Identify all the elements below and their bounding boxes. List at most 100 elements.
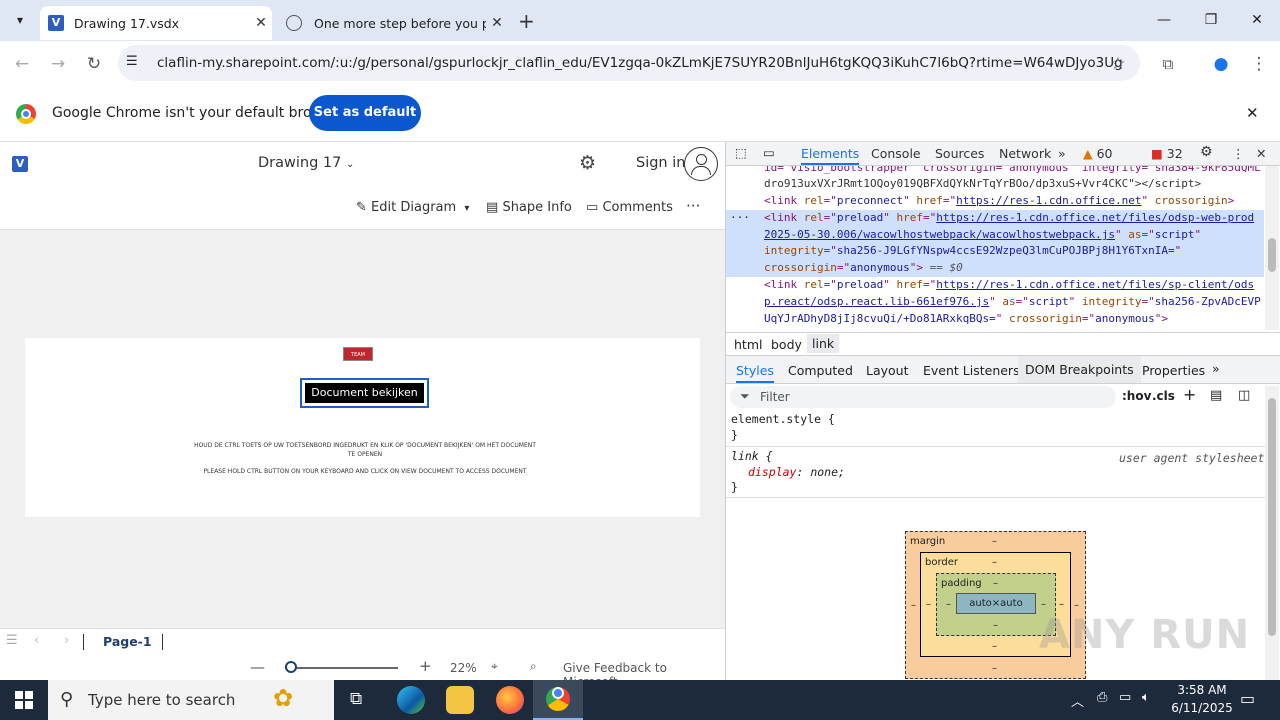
page-tab[interactable]: Page-1 bbox=[103, 634, 152, 649]
tray-device-icon[interactable]: ⎙ bbox=[1097, 690, 1107, 705]
back-icon[interactable]: ← bbox=[9, 51, 35, 77]
crumb-link[interactable]: link bbox=[807, 334, 840, 353]
box-model-padding[interactable]: padding – – – – auto×auto bbox=[936, 573, 1056, 636]
avatar-icon[interactable] bbox=[684, 147, 718, 181]
fit-page-icon[interactable]: ⌖ bbox=[491, 659, 498, 674]
tab-event-listeners[interactable]: Event Listeners bbox=[923, 363, 1020, 378]
firefox-icon[interactable] bbox=[496, 686, 524, 714]
error-count[interactable]: ■ 32 bbox=[1151, 146, 1183, 161]
clock-time[interactable]: 3:58 AM bbox=[1172, 683, 1232, 697]
zoom-in-icon[interactable]: + bbox=[419, 657, 432, 675]
close-tab-icon[interactable]: ✕ bbox=[250, 15, 272, 31]
extensions-icon[interactable]: ⧉ bbox=[1155, 51, 1181, 77]
reload-icon[interactable]: ↻ bbox=[81, 51, 107, 77]
device-toolbar-icon[interactable]: ▭ bbox=[763, 145, 775, 160]
rule-declaration[interactable]: display: none; bbox=[748, 465, 845, 479]
edge-icon[interactable] bbox=[397, 686, 425, 714]
edit-diagram-button[interactable]: ✎ Edit Diagram ▾ bbox=[356, 200, 469, 215]
tab-computed[interactable]: Computed bbox=[788, 363, 853, 378]
sign-in-link[interactable]: Sign in bbox=[636, 155, 685, 171]
new-tab-button[interactable]: + bbox=[518, 9, 535, 33]
styles-filter-input[interactable]: ⏷ Filter bbox=[730, 386, 1116, 408]
zoom-level[interactable]: 22% bbox=[450, 661, 477, 675]
computed-styles-icon[interactable]: ▤ bbox=[1210, 388, 1222, 403]
inspect-icon[interactable]: ⬚ bbox=[735, 145, 747, 160]
volume-icon[interactable]: 🔈︎ bbox=[1142, 690, 1150, 705]
close-window-button[interactable]: ✕ bbox=[1234, 6, 1280, 34]
tab-one-more-step[interactable]: One more step before you proc ✕ bbox=[276, 6, 508, 40]
sidebar-toggle-icon[interactable]: ◫ bbox=[1238, 388, 1250, 403]
tab-console[interactable]: Console bbox=[871, 146, 921, 161]
close-tab-icon[interactable]: ✕ bbox=[486, 15, 508, 31]
visio-logo-icon[interactable]: V bbox=[12, 156, 28, 172]
site-info-icon[interactable]: ☰ bbox=[126, 54, 138, 69]
menu-icon[interactable]: ⋮ bbox=[1246, 51, 1272, 77]
prev-page-icon[interactable]: ‹ bbox=[34, 633, 39, 648]
network-icon[interactable]: ▭ bbox=[1119, 690, 1131, 705]
tab-properties[interactable]: Properties bbox=[1142, 363, 1205, 378]
dom-scrollbar[interactable] bbox=[1265, 166, 1279, 330]
taskbar-search[interactable]: ⚲ Type here to search ✿ bbox=[48, 680, 334, 720]
profile-icon[interactable]: ● bbox=[1208, 51, 1234, 77]
devtools-close-icon[interactable]: ✕ bbox=[1256, 146, 1266, 161]
tab-search-button[interactable]: ▾ bbox=[8, 8, 32, 32]
tab-network[interactable]: Network bbox=[999, 146, 1051, 161]
page-list-icon[interactable]: ☰ bbox=[6, 633, 18, 648]
styles-scrollbar[interactable] bbox=[1265, 386, 1279, 680]
zoom-slider-thumb[interactable] bbox=[285, 661, 297, 673]
tab-sources[interactable]: Sources bbox=[935, 146, 984, 161]
devtools-settings-icon[interactable]: ⚙ bbox=[1200, 144, 1213, 160]
forward-icon[interactable]: → bbox=[45, 51, 71, 77]
node-ellipsis-icon[interactable]: ··· bbox=[730, 210, 750, 227]
rule-link-selector[interactable]: link { bbox=[731, 449, 773, 463]
zoom-slider[interactable] bbox=[285, 661, 398, 673]
document-bekijken-button[interactable]: Document bekijken bbox=[300, 378, 429, 408]
tab-styles[interactable]: Styles bbox=[736, 363, 774, 383]
close-banner-icon[interactable]: ✕ bbox=[1246, 104, 1259, 122]
feedback-search-icon[interactable]: ⌕ bbox=[530, 659, 537, 674]
page-bar: ☰ ‹ › Page-1 bbox=[0, 628, 725, 655]
notification-icon[interactable]: ▭ bbox=[1240, 689, 1255, 708]
maximize-button[interactable]: ❐ bbox=[1188, 6, 1234, 34]
set-default-button[interactable]: Set as default bbox=[309, 95, 421, 131]
more-tabs-icon[interactable]: » bbox=[1212, 361, 1220, 376]
shape-info-button[interactable]: ▤ Shape Info bbox=[486, 200, 572, 215]
tray-chevron-icon[interactable]: ︿ bbox=[1071, 691, 1084, 710]
new-rule-icon[interactable]: + bbox=[1183, 385, 1196, 404]
tab-dom-breakpoints[interactable]: DOM Breakpoints bbox=[1018, 356, 1141, 383]
styles-tabs: Styles Computed Layout Event Listeners D… bbox=[726, 356, 1280, 384]
tab-title: Drawing 17.vsdx bbox=[74, 15, 180, 31]
task-view-icon[interactable]: ⧉ bbox=[350, 689, 362, 709]
zoom-out-icon[interactable]: — bbox=[250, 658, 265, 676]
tab-elements[interactable]: Elements bbox=[801, 146, 860, 165]
diagram-canvas[interactable]: TEAM Document bekijken HOUD DE CTRL TOET… bbox=[0, 230, 725, 628]
chrome-taskbar-button[interactable] bbox=[533, 680, 583, 720]
status-bar: — + 22% ⌖ ⌕ Give Feedback to Microsoft bbox=[0, 655, 725, 689]
dom-tree[interactable]: id="visio_bootstrapper" crossorigin="ano… bbox=[726, 166, 1264, 330]
document-title[interactable]: Drawing 17 ⌄ bbox=[258, 155, 354, 171]
minimize-button[interactable]: — bbox=[1141, 6, 1187, 34]
rule-element-style[interactable]: element.style { bbox=[731, 412, 835, 426]
comments-button[interactable]: ▭ Comments bbox=[586, 200, 673, 215]
styles-scrollbar-thumb[interactable] bbox=[1268, 398, 1276, 636]
clock-date[interactable]: 6/11/2025 bbox=[1166, 701, 1238, 715]
file-explorer-icon[interactable] bbox=[446, 686, 474, 714]
crumb-body[interactable]: body bbox=[771, 337, 802, 352]
warning-count[interactable]: ▲ 60 bbox=[1083, 146, 1113, 161]
settings-gear-icon[interactable]: ⚙ bbox=[579, 152, 596, 174]
bookmark-star-icon[interactable]: ☆ bbox=[1105, 51, 1131, 77]
devtools-menu-icon[interactable]: ⋮ bbox=[1232, 146, 1245, 161]
tab-drawing[interactable]: V Drawing 17.vsdx ✕ bbox=[40, 6, 272, 40]
more-tabs-icon[interactable]: » bbox=[1058, 146, 1066, 161]
tab-layout[interactable]: Layout bbox=[866, 363, 909, 378]
box-model-content[interactable]: auto×auto bbox=[956, 593, 1036, 614]
instruction-text-nl: HOUD DE CTRL TOETS OP UW TOETSENBORD ING… bbox=[145, 441, 585, 459]
next-page-icon[interactable]: › bbox=[64, 633, 69, 648]
crumb-html[interactable]: html bbox=[734, 337, 762, 352]
hov-toggle[interactable]: :hov bbox=[1122, 389, 1151, 403]
more-options-icon[interactable]: ··· bbox=[686, 197, 700, 215]
url-text[interactable]: claflin-my.sharepoint.com/:u:/g/personal… bbox=[157, 55, 1123, 71]
cls-toggle[interactable]: .cls bbox=[1152, 389, 1175, 403]
dom-scrollbar-thumb[interactable] bbox=[1268, 238, 1276, 272]
windows-start-icon[interactable] bbox=[15, 691, 33, 709]
